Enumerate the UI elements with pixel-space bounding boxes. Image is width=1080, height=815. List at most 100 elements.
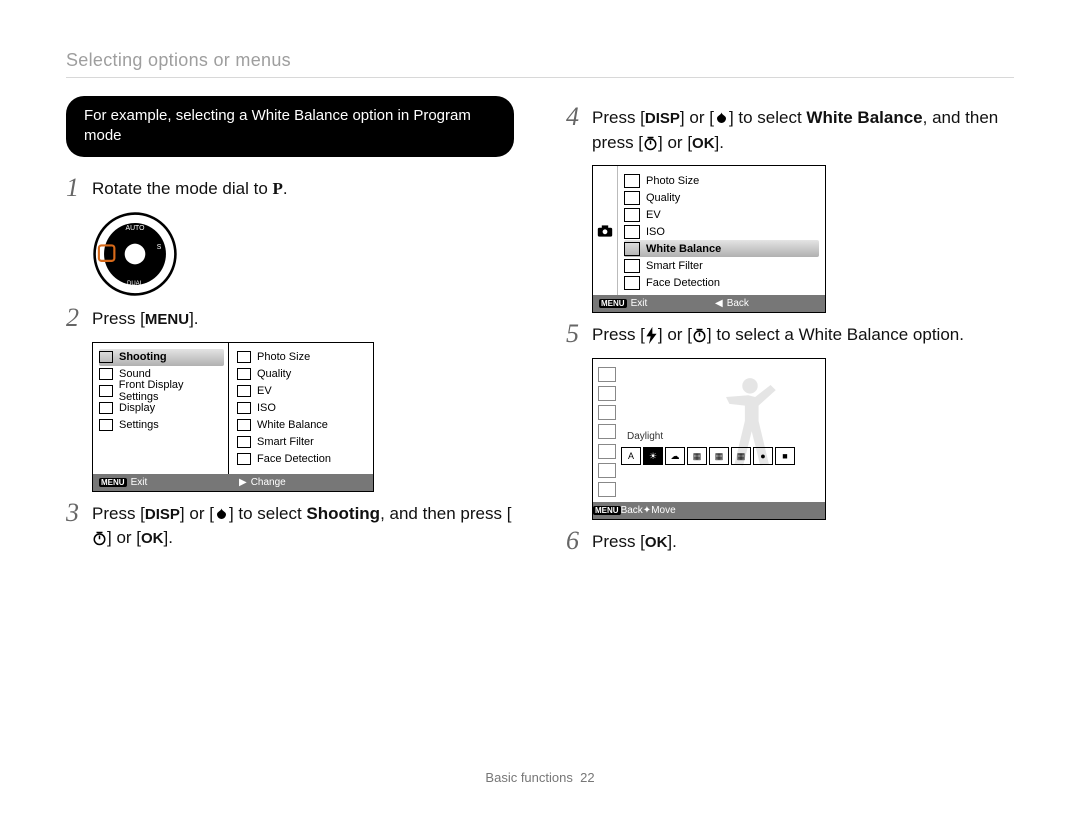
step-6: 6 Press [OK].: [566, 528, 1014, 555]
submenu-row: EV: [624, 206, 819, 223]
left-column: For example, selecting a White Balance o…: [66, 96, 514, 565]
wb-option-icon: ☀: [643, 447, 663, 465]
setting-icon: [598, 444, 616, 459]
footer-left-label: Back: [621, 505, 643, 516]
submenu-row: Quality: [237, 366, 369, 383]
submenu-row-label: Photo Size: [646, 175, 699, 187]
step-number: 6: [566, 528, 592, 554]
step-number: 3: [66, 500, 92, 526]
submenu-row-label: EV: [257, 385, 272, 397]
footer-right: ◀Back: [709, 298, 825, 309]
example-pill: For example, selecting a White Balance o…: [66, 96, 514, 157]
submenu-row-label: Smart Filter: [646, 260, 703, 272]
step-text-fragment: Press [: [592, 325, 645, 344]
submenu-row-icon: [624, 259, 640, 273]
silhouette-figure: [705, 373, 795, 493]
submenu-row-icon: [237, 419, 251, 431]
step-text-fragment: .: [283, 179, 288, 198]
timer-icon: [92, 531, 107, 546]
svg-text:S: S: [157, 244, 162, 251]
footer-left: MENUExit: [593, 298, 709, 309]
setting-icon: [598, 405, 616, 420]
submenu-row-icon: [624, 191, 640, 205]
step-text: Rotate the mode dial to P.: [92, 177, 288, 202]
menu-row-label: Display: [119, 402, 155, 414]
submenu-row: White Balance: [624, 240, 819, 257]
key-p: P: [273, 179, 283, 198]
step-text: Press [DISP] or [] to select White Balan…: [592, 106, 1014, 155]
step-3: 3 Press [DISP] or [] to select Shooting,…: [66, 500, 514, 551]
wb-option-screenshot: Daylight A☀☁▦▦▦●■ MENUBack ✦Move: [592, 358, 826, 520]
submenu-row-icon: [237, 436, 251, 448]
step-text-fragment: Rotate the mode dial to: [92, 179, 273, 198]
wb-selected-label: Daylight: [627, 431, 663, 442]
submenu-row: Photo Size: [237, 349, 369, 366]
menu-row-icon: [99, 385, 113, 397]
page-footer: Basic functions 22: [0, 770, 1080, 785]
left-arrow-icon: ◀: [715, 298, 723, 309]
submenu-row-label: Quality: [646, 192, 680, 204]
step-text-fragment: ] to select a White Balance option.: [707, 325, 964, 344]
step-number: 5: [566, 321, 592, 347]
step-text: Press [MENU].: [92, 307, 199, 332]
submenu-row: Quality: [624, 189, 819, 206]
timer-icon: [643, 136, 658, 151]
step-text-fragment: Press [: [592, 532, 645, 551]
step-text-fragment: Press [: [92, 504, 145, 523]
step-text-fragment: Press [: [592, 108, 645, 127]
step-text-fragment: ] or [: [658, 133, 692, 152]
menu-row: Settings: [99, 417, 224, 434]
step-bold: White Balance: [806, 108, 922, 127]
submenu-row-icon: [624, 225, 640, 239]
step-text-fragment: ].: [715, 133, 724, 152]
footer-section: Basic functions: [485, 770, 572, 785]
footer-page-number: 22: [580, 770, 594, 785]
step-bold: Shooting: [306, 504, 380, 523]
wb-strip: A☀☁▦▦▦●■: [621, 447, 819, 465]
submenu-row-label: ISO: [646, 226, 665, 238]
step-text-fragment: Press [: [92, 309, 145, 328]
submenu-row-icon: [624, 242, 640, 256]
footer-left: MENUBack: [593, 505, 643, 516]
left-icon-column: [593, 365, 621, 499]
submenu-row-label: EV: [646, 209, 661, 221]
menu-row-label: Settings: [119, 419, 159, 431]
submenu-row: Photo Size: [624, 172, 819, 189]
camera-icon: [597, 224, 613, 238]
submenu-row-icon: [237, 453, 251, 465]
setting-icon: [598, 424, 616, 439]
submenu-row: Smart Filter: [624, 257, 819, 274]
wb-option-icon: A: [621, 447, 641, 465]
menu-row-icon: [99, 402, 113, 414]
breadcrumb: Selecting options or menus: [66, 50, 1014, 71]
page: Selecting options or menus For example, …: [0, 0, 1080, 815]
wb-option-icon: ☁: [665, 447, 685, 465]
step-text-fragment: ] or [: [658, 325, 692, 344]
footer-left-label: Exit: [131, 477, 148, 488]
submenu-row-label: Face Detection: [646, 277, 720, 289]
macro-icon: [714, 111, 729, 126]
footer-right-label: Move: [651, 505, 675, 516]
step-text-fragment: , and then press [: [380, 504, 511, 523]
submenu-row: ISO: [237, 400, 369, 417]
step-text-fragment: ] to select: [229, 504, 306, 523]
submenu-row-label: Photo Size: [257, 351, 310, 363]
submenu-row-label: White Balance: [257, 419, 328, 431]
step-text-fragment: ] or [: [180, 504, 214, 523]
menu-row-label: Shooting: [119, 351, 167, 363]
mode-dial-icon: P AUTO DUAL S: [92, 211, 178, 297]
key-ok: OK: [141, 530, 164, 547]
right-arrow-icon: ▶: [239, 477, 247, 488]
footer-right: ▶Change: [233, 477, 373, 488]
step-text-fragment: ].: [189, 309, 198, 328]
divider: [66, 77, 1014, 78]
mode-dial-figure: P AUTO DUAL S: [92, 211, 514, 297]
step-1: 1 Rotate the mode dial to P.: [66, 175, 514, 202]
step-text: Press [ ] or [ ] to select a White Balance…: [592, 323, 964, 348]
submenu-row: Smart Filter: [237, 434, 369, 451]
menu-row-icon: [99, 368, 113, 380]
step-text-fragment: ].: [164, 528, 173, 547]
step-number: 1: [66, 175, 92, 201]
macro-icon: [214, 507, 229, 522]
key-disp: DISP: [645, 110, 680, 127]
